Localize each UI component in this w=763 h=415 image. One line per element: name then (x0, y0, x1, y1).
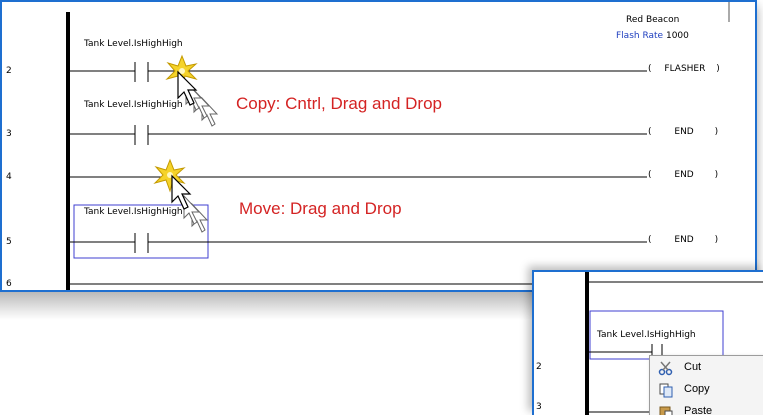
copy-annotation: Copy: Cntrl, Drag and Drop (236, 94, 442, 113)
coil-open-paren: ( (648, 64, 652, 74)
menu-item-cut[interactable]: Cut (650, 358, 763, 378)
paste-icon (659, 406, 673, 415)
scissors-icon (658, 361, 673, 376)
rung-2[interactable] (70, 62, 647, 82)
copy-icon (659, 383, 673, 398)
contact-label[interactable]: Tank Level.IsHighHigh (84, 100, 183, 110)
move-annotation: Move: Drag and Drop (239, 199, 402, 218)
coil-close-paren: ) (714, 170, 719, 180)
flash-rate-value: 1000 (665, 31, 689, 41)
rung-3[interactable] (70, 125, 647, 145)
coil-close-paren: ) (714, 235, 719, 245)
coil-label: END (674, 127, 694, 137)
rung-number: 2 (6, 66, 12, 76)
contact-label[interactable]: Tank Level.IsHighHigh (84, 39, 183, 49)
coil-end[interactable]: ( END ) (648, 170, 718, 180)
flash-rate-field[interactable]: Flash Rate 1000 (616, 31, 689, 41)
coil-end[interactable]: ( END ) (648, 235, 718, 245)
menu-item-copy[interactable]: Copy (650, 380, 763, 400)
context-menu: Cut Copy Paste (649, 355, 763, 415)
cursor-trail-icon (183, 194, 209, 233)
coil-flasher[interactable]: ( FLASHER ) (648, 64, 720, 74)
ladder-editor-window: 2 3 4 5 6 Tank Level.IsHighHigh Tank Lev… (0, 0, 757, 292)
rung-number: 2 (536, 362, 542, 372)
rung-number: 4 (6, 172, 12, 182)
inset-editor-window: Tank Level.IsHighHigh 2 3 Cut Copy Paste (532, 270, 763, 415)
coil-label: END (674, 170, 694, 180)
contact-label[interactable]: Tank Level.IsHighHigh (597, 330, 696, 340)
flash-rate-label: Flash Rate (616, 31, 664, 41)
menu-item-label: Paste (684, 405, 713, 415)
rung-number: 5 (6, 237, 12, 247)
menu-item-paste[interactable]: Paste (650, 402, 763, 415)
coil-title: Red Beacon (626, 15, 680, 25)
rung-number: 3 (6, 129, 12, 139)
menu-item-label: Cut (684, 361, 702, 373)
coil-open-paren: ( (648, 235, 652, 245)
rung-number: 6 (6, 279, 12, 289)
coil-close-paren: ) (714, 127, 719, 137)
contact-label[interactable]: Tank Level.IsHighHigh (84, 207, 183, 217)
coil-open-paren: ( (648, 127, 652, 137)
rung-number: 3 (536, 402, 542, 412)
menu-item-label: Copy (684, 383, 710, 395)
coil-open-paren: ( (648, 170, 652, 180)
coil-end[interactable]: ( END ) (648, 127, 718, 137)
coil-label: END (674, 235, 694, 245)
coil-label: FLASHER (664, 64, 706, 74)
coil-close-paren: ) (716, 64, 720, 74)
